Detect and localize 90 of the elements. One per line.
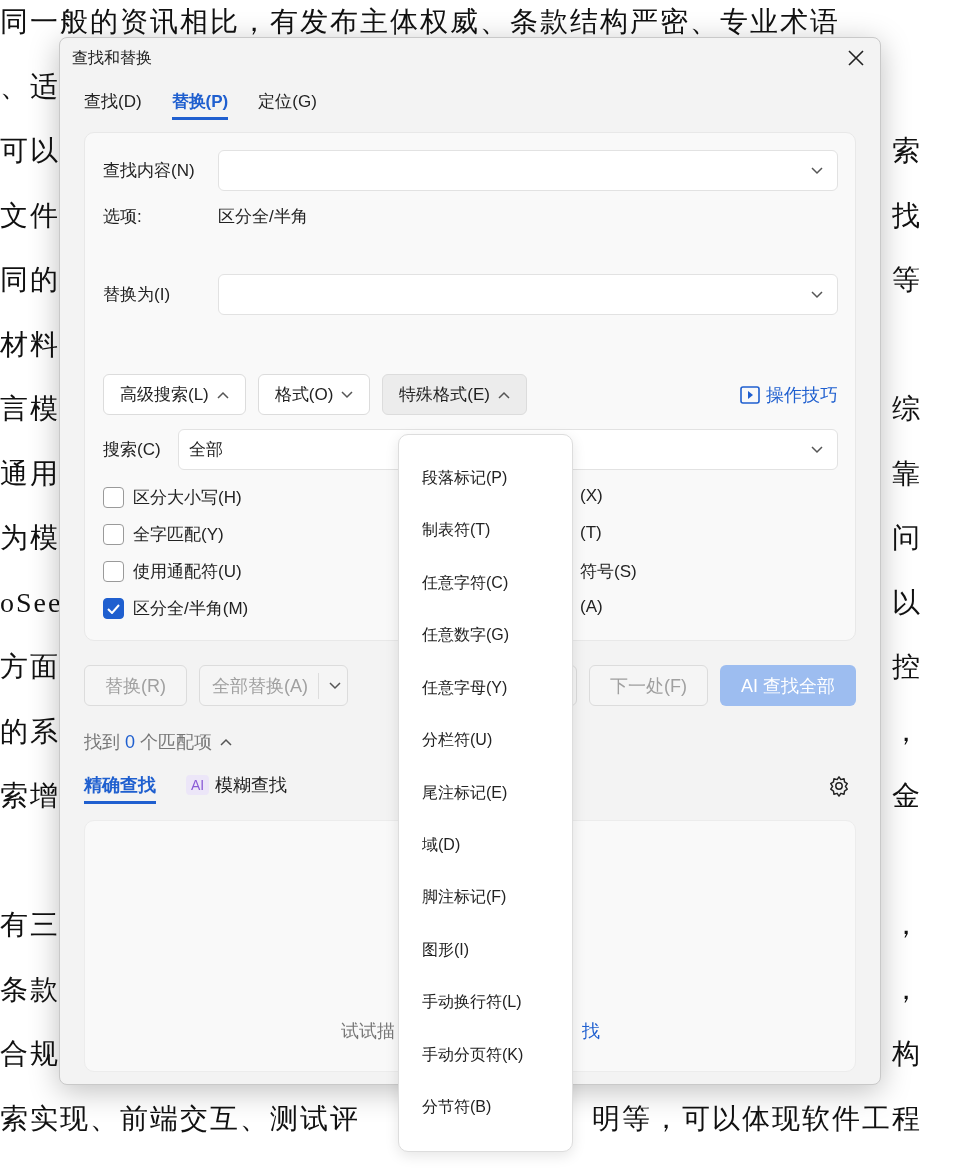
document-text: 的系 <box>0 714 60 749</box>
menu-item[interactable]: 分栏符(U) <box>399 714 572 767</box>
dropdown-button[interactable]: 高级搜索(L) <box>103 374 246 415</box>
dropdown-button[interactable]: 特殊格式(E) <box>382 374 527 415</box>
find-field[interactable] <box>218 150 838 191</box>
checkbox-option[interactable]: 全字匹配(Y) <box>103 523 224 546</box>
field-label: 替换为(I) <box>103 284 172 306</box>
document-text: 等 <box>892 263 922 298</box>
option-label: (T) <box>580 523 603 544</box>
dialog-title: 查找和替换 <box>72 47 152 68</box>
document-text: ， <box>892 714 922 749</box>
document-text: 同一般的资讯相比，有发布主体权威、条款结构严密、专业术语 <box>0 5 840 40</box>
dialog-tab[interactable]: 定位(G) <box>258 86 317 120</box>
menu-item[interactable]: 任意字符(C) <box>399 556 572 610</box>
dialog-tab[interactable]: 查找(D) <box>84 86 142 120</box>
document-text: 索实现、前端交互、测试评 <box>0 1101 360 1136</box>
document-text: 可以 <box>0 134 60 169</box>
menu-item[interactable]: 图形(I) <box>399 924 572 977</box>
mode-tab[interactable]: AI 模糊查找 <box>186 768 288 804</box>
document-text: 明等，可以体现软件工程 <box>592 1101 922 1136</box>
options-value: 区分全/半角 <box>218 206 309 228</box>
replace-field[interactable] <box>218 274 838 315</box>
checkbox[interactable] <box>103 561 124 582</box>
menu-item[interactable]: 手动换行符(L) <box>399 976 572 1030</box>
document-text: 通用 <box>0 456 60 491</box>
checkbox[interactable] <box>103 598 124 619</box>
options-label: 选项: <box>103 206 143 228</box>
menu-item[interactable]: 手动分页符(K) <box>399 1029 572 1082</box>
document-text: 为模 <box>0 521 60 556</box>
caret-icon <box>341 390 354 399</box>
document-text: 找 <box>892 198 922 233</box>
document-text: 材料 <box>0 327 60 362</box>
caret-icon <box>811 445 823 454</box>
toggle-button[interactable] <box>220 738 233 746</box>
document-text: 有三 <box>0 908 60 943</box>
document-text: 问 <box>892 521 922 556</box>
caret-icon <box>498 390 510 399</box>
caret-icon <box>811 166 823 175</box>
document-text: 条款 <box>0 972 60 1007</box>
option-label: (X) <box>580 486 604 507</box>
ai-badge: AI <box>186 774 210 795</box>
settings-icon[interactable] <box>828 775 850 797</box>
document-text: 索 <box>892 134 922 169</box>
menu-item[interactable]: 脚注标记(F) <box>399 871 572 925</box>
play-icon <box>740 385 760 404</box>
menu-item[interactable]: 尾注标记(E) <box>399 766 572 820</box>
field-label: 搜索(C) <box>103 439 162 461</box>
caret-icon <box>216 390 229 399</box>
document-text: 以 <box>892 585 922 620</box>
checkbox[interactable] <box>103 524 124 545</box>
menu-item[interactable]: 段落标记(P) <box>399 452 572 505</box>
tips-link[interactable]: 操作技巧 <box>740 382 838 407</box>
document-text: ， <box>892 972 922 1007</box>
caret-icon <box>811 290 823 299</box>
option-label: 符号(S) <box>580 561 638 583</box>
option-label: (A) <box>580 597 604 618</box>
document-text: 索增 <box>0 779 60 814</box>
menu-item[interactable]: 任意字母(Y) <box>399 661 572 715</box>
document-text: 靠 <box>892 456 922 491</box>
checkbox-option[interactable]: 区分全/半角(M) <box>103 597 249 620</box>
menu-item[interactable]: 任意数字(G) <box>399 609 572 662</box>
document-text: 文件 <box>0 198 60 233</box>
dialog-tab[interactable]: 替换(P) <box>171 86 229 120</box>
document-text: 方面 <box>0 650 60 685</box>
mode-tab[interactable]: 精确查找 <box>84 768 156 804</box>
document-text: oSee <box>0 586 63 619</box>
document-text: 言模 <box>0 392 60 427</box>
checkmark-icon <box>107 603 120 614</box>
document-text: 同的 <box>0 263 60 298</box>
checkbox-option[interactable]: 使用通配符(U) <box>103 560 242 583</box>
hint-text: 试试描 <box>341 1020 395 1043</box>
hint-link[interactable]: 找 <box>582 1019 600 1043</box>
caret-icon <box>220 738 233 746</box>
document-text: ， <box>892 908 922 943</box>
document-text: 综 <box>892 392 922 427</box>
menu-item[interactable]: 制表符(T) <box>399 504 572 557</box>
close-icon <box>848 50 864 66</box>
document-text: 、适 <box>0 69 60 104</box>
match-summary: 找到 0 个匹配项 <box>84 731 213 754</box>
document-text: 合规 <box>0 1037 60 1072</box>
menu-item[interactable]: 分节符(B) <box>399 1081 572 1135</box>
dropdown-button[interactable]: 格式(O) <box>257 374 371 415</box>
menu-item[interactable]: 域(D) <box>399 819 572 872</box>
caret-icon <box>329 681 341 690</box>
document-text: 控 <box>892 650 922 685</box>
checkbox-option[interactable]: 区分大小写(H) <box>103 486 242 509</box>
checkbox[interactable] <box>103 487 124 508</box>
document-text: 金 <box>892 779 922 814</box>
document-text: 构 <box>892 1037 922 1072</box>
field-label: 查找内容(N) <box>103 160 196 182</box>
